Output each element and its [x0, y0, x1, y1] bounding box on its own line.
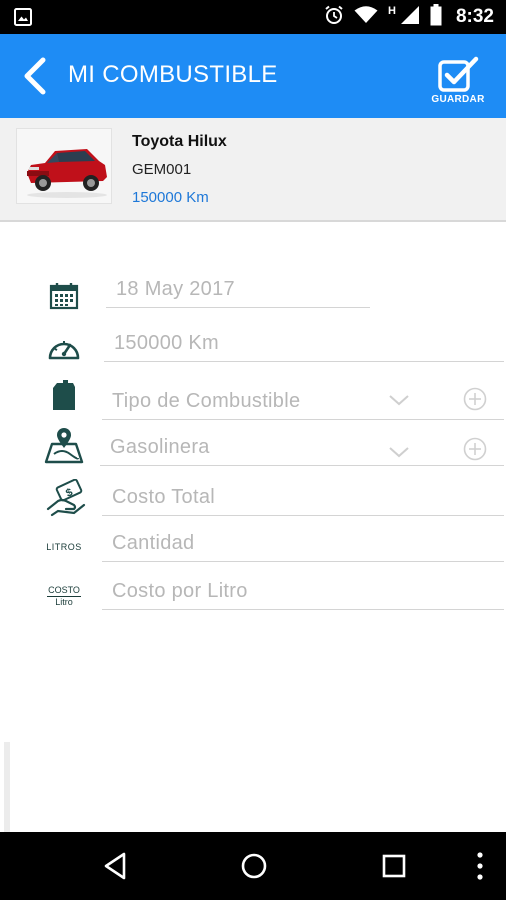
vehicle-plate: GEM001: [132, 161, 192, 178]
back-icon: [104, 852, 126, 880]
total-cost-row: $ Costo Total: [0, 478, 506, 520]
svg-text:$: $: [64, 486, 75, 499]
scroll-edge: [4, 742, 10, 834]
alarm-icon: [324, 5, 344, 30]
date-row: 18 May 2017: [0, 276, 506, 316]
quantity-placeholder: Cantidad: [112, 532, 195, 554]
image-icon: [14, 8, 32, 31]
add-fuel-type-icon[interactable]: [462, 386, 488, 418]
cost-per-liter-label: COSTO Litro: [38, 584, 90, 608]
calendar-icon: [38, 280, 90, 312]
save-button[interactable]: GUARDAR: [426, 56, 490, 116]
nav-home-button[interactable]: [232, 846, 276, 886]
odometer-field[interactable]: 150000 Km: [104, 324, 504, 362]
odometer-row: 150000 Km: [0, 324, 506, 366]
back-arrow-icon: [24, 57, 46, 95]
home-icon: [241, 853, 267, 879]
chevron-down-icon: [388, 442, 410, 465]
gas-station-row: Gasolinera: [0, 426, 506, 468]
odometer-value: 150000 Km: [114, 332, 219, 354]
quantity-row: LITROS Cantidad: [0, 526, 506, 566]
vehicle-photo: [16, 128, 112, 204]
add-gas-station-icon[interactable]: [462, 436, 488, 468]
date-field[interactable]: 18 May 2017: [106, 276, 370, 308]
nav-more-button[interactable]: [460, 846, 500, 886]
app-bar: MI COMBUSTIBLE GUARDAR: [0, 34, 506, 118]
speedometer-icon: [38, 332, 90, 364]
wifi-icon: [354, 5, 378, 29]
date-value: 18 May 2017: [116, 278, 235, 300]
quantity-field[interactable]: Cantidad: [102, 526, 504, 562]
navigation-bar: [0, 832, 506, 900]
liters-label: LITROS: [46, 542, 82, 552]
vehicle-card[interactable]: Toyota Hilux GEM001 150000 Km: [0, 118, 506, 222]
money-hand-icon: $: [38, 478, 94, 520]
fuel-type-row: Tipo de Combustible: [0, 378, 506, 420]
recents-icon: [382, 854, 406, 878]
more-icon: [477, 852, 483, 880]
gas-station-placeholder: Gasolinera: [110, 436, 210, 458]
network-type-label: H: [388, 5, 396, 17]
screen: H 8:32 MI COMBUSTIBLE GUARDAR Toyota Hil…: [0, 0, 506, 900]
vehicle-name: Toyota Hilux: [132, 133, 227, 150]
nav-recents-button[interactable]: [372, 846, 416, 886]
battery-icon: [430, 3, 442, 31]
total-cost-placeholder: Costo Total: [112, 486, 215, 508]
nav-back-button[interactable]: [94, 846, 138, 886]
cost-label: COSTO: [47, 584, 81, 597]
fuel-type-select[interactable]: Tipo de Combustible: [102, 384, 504, 420]
vehicle-mileage: 150000 Km: [132, 189, 209, 206]
fuel-type-placeholder: Tipo de Combustible: [112, 390, 301, 412]
check-box-icon: [438, 56, 479, 92]
chevron-down-icon: [388, 390, 410, 413]
status-bar: H 8:32: [0, 0, 506, 34]
cost-per-liter-row: COSTO Litro Costo por Litro: [0, 574, 506, 614]
gas-station-select[interactable]: Gasolinera: [100, 428, 504, 466]
save-label: GUARDAR: [431, 94, 485, 105]
signal-icon: [400, 5, 420, 30]
cost-per-liter-placeholder: Costo por Litro: [112, 580, 248, 602]
status-time: 8:32: [455, 6, 494, 27]
back-button[interactable]: [14, 52, 58, 100]
fuel-can-icon: [38, 378, 90, 412]
cost-per-liter-field[interactable]: Costo por Litro: [102, 574, 504, 610]
liter-label: Litro: [55, 596, 73, 607]
total-cost-field[interactable]: Costo Total: [102, 478, 504, 516]
page-title: MI COMBUSTIBLE: [68, 61, 278, 88]
map-pin-icon: [36, 426, 92, 466]
